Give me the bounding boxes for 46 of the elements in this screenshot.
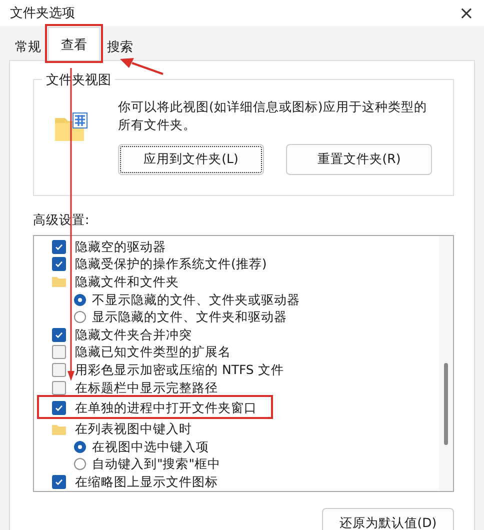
option-label: 显示隐藏的文件、文件夹和驱动器: [92, 309, 287, 326]
check-icon: [54, 330, 64, 340]
option-label: 隐藏已知文件类型的扩展名: [75, 344, 231, 360]
annotation-arrow: [120, 58, 164, 75]
tab[interactable]: 搜索: [100, 34, 140, 60]
check-icon: [54, 403, 64, 414]
description-text: 你可以将此视图(如详细信息或图标)应用于这种类型的所有文件夹。: [118, 98, 428, 134]
folder-icon: [52, 276, 66, 288]
checkbox[interactable]: [52, 474, 66, 489]
checkbox[interactable]: [52, 257, 66, 272]
checkbox[interactable]: [52, 362, 66, 377]
folder-icon: [54, 112, 88, 142]
check-icon: [54, 476, 64, 487]
option-label: 在标题栏中显示完整路径: [75, 380, 218, 396]
option-label: 隐藏空的驱动器: [75, 238, 166, 255]
folder-view-button[interactable]: 重置文件夹(R): [286, 144, 432, 175]
option-label: 不显示隐藏的文件、文件夹或驱动器: [92, 292, 300, 308]
checkbox[interactable]: [52, 380, 66, 395]
restore-defaults-button[interactable]: 还原为默认值(D): [322, 508, 454, 530]
radio-button[interactable]: [74, 311, 86, 324]
option-label: 在视图中选中键入项: [92, 438, 209, 455]
group-label: 隐藏文件和文件夹: [75, 274, 179, 290]
radio-button[interactable]: [74, 294, 86, 306]
check-icon: [54, 242, 64, 252]
checkbox[interactable]: [52, 345, 66, 360]
folder-icon: [52, 424, 66, 435]
option-label: 在单独的进程中打开文件夹窗口: [75, 400, 257, 416]
window-title: 文件夹选项: [10, 5, 75, 22]
radio-button[interactable]: [74, 440, 86, 453]
folder-view-button[interactable]: 应用到文件夹(L): [118, 144, 264, 175]
scrollbar[interactable]: [439, 236, 453, 491]
checkbox[interactable]: [52, 401, 66, 416]
check-icon: [54, 259, 64, 270]
option-label: 隐藏受保护的操作系统文件(推荐): [75, 256, 267, 272]
option-label: 用彩色显示加密或压缩的 NTFS 文件: [75, 362, 284, 378]
option-label: 在缩略图上显示文件图标: [75, 474, 218, 490]
scrollbar-thumb[interactable]: [444, 363, 448, 445]
close-button[interactable]: ×: [458, 2, 474, 24]
option-label: 隐藏文件夹合并冲突: [75, 326, 192, 343]
checkbox[interactable]: [52, 328, 66, 342]
radio-button[interactable]: [74, 458, 86, 470]
checkbox[interactable]: [52, 240, 66, 254]
tab[interactable]: 查看: [48, 27, 100, 60]
group-label: 在列表视图中键入时: [75, 421, 192, 438]
option-label: 自动键入到"搜索"框中: [92, 456, 220, 472]
tab[interactable]: 常规: [8, 34, 48, 60]
